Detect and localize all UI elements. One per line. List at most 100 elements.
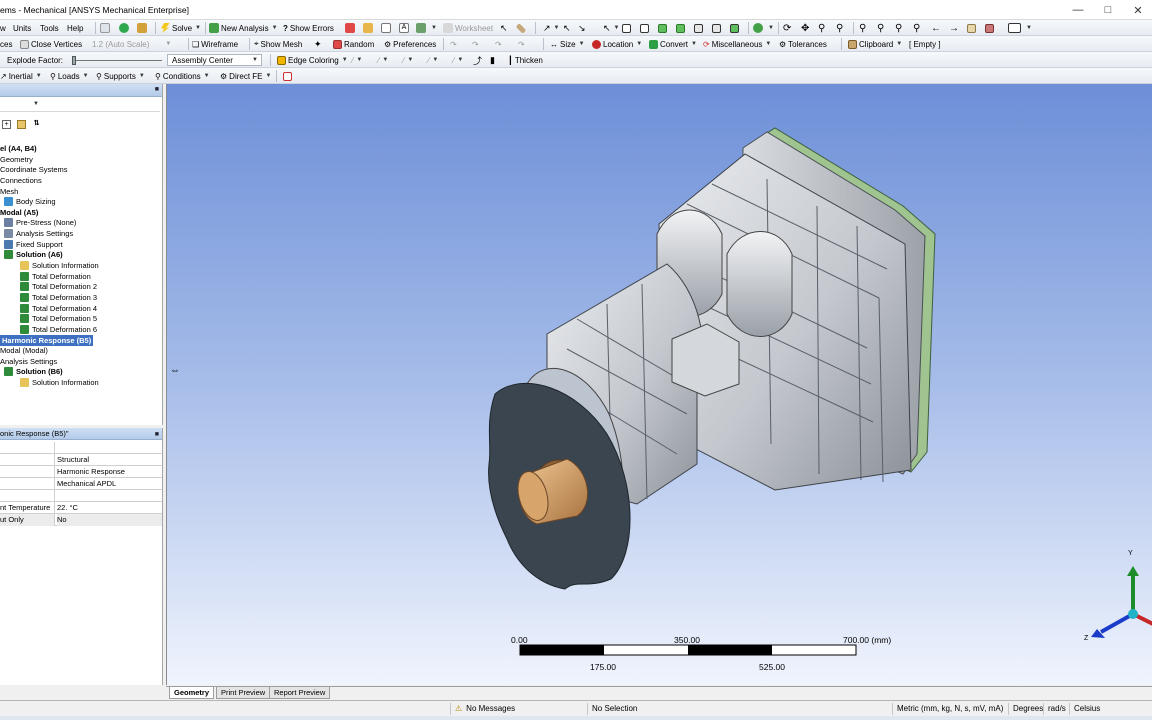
solve-button[interactable]: Solve ▼ (160, 20, 201, 36)
wireframe-button[interactable]: ❑ Wireframe (192, 36, 238, 52)
maximize-icon[interactable]: □ (1094, 0, 1122, 20)
edge-style-icon[interactable]: ⁄ ▼ (378, 52, 388, 68)
size-button[interactable]: ↔ Size ▼ (550, 36, 585, 52)
details-value[interactable] (57, 442, 162, 454)
magnifier-icon[interactable]: ⚲ (913, 20, 920, 36)
tree-item[interactable]: Solution Information (20, 377, 99, 388)
select-element-icon[interactable] (712, 20, 723, 36)
slider-thumb-icon[interactable] (72, 55, 76, 65)
select-edge-icon[interactable] (640, 20, 651, 36)
select-mesh-icon[interactable] (730, 20, 741, 36)
status-messages[interactable]: ⚠ No Messages (450, 703, 586, 715)
tree-item[interactable]: Solution Information (20, 260, 99, 271)
assembly-center-select[interactable]: Assembly Center ▼ (167, 52, 262, 68)
folder-icon[interactable] (17, 119, 26, 129)
pin-icon[interactable]: ⤴ (473, 52, 482, 68)
measure-icon[interactable] (515, 20, 528, 36)
direct-fe-button[interactable]: ⚙ Direct FE ▼ (220, 68, 271, 84)
zoom-box-icon[interactable]: ⚲ (836, 20, 843, 36)
toolbar-icon[interactable] (345, 20, 357, 36)
edge-coloring-button[interactable]: Edge Coloring ▼ (277, 52, 348, 68)
edge-style-icon[interactable]: ⁄ ▼ (403, 52, 413, 68)
explode-slider[interactable] (72, 52, 162, 68)
status-units[interactable]: Metric (mm, kg, N, s, mV, mA) (892, 703, 1008, 715)
tree-item[interactable]: Solution (A6) (4, 249, 63, 260)
zoom-fit-icon[interactable]: ⚲ (859, 20, 866, 36)
status-celsius[interactable]: Celsius (1069, 703, 1149, 715)
menu-view[interactable]: w (0, 20, 6, 36)
viewport-layout-icon[interactable]: ▼ (1008, 20, 1032, 36)
select-icon[interactable]: ↘ (578, 20, 586, 36)
toolbar-icon[interactable] (137, 20, 149, 36)
select-node-icon[interactable] (694, 20, 705, 36)
select-icon[interactable]: ↗ ▼ (543, 20, 560, 36)
gearbox-housing[interactable] (488, 127, 936, 590)
graphics-viewport[interactable]: 0.00 350.00 700.00 (mm) 175.00 525.00 Y … (166, 84, 1152, 685)
status-degrees[interactable]: Degrees (1008, 703, 1046, 715)
supports-button[interactable]: ⚲ Supports ▼ (96, 68, 145, 84)
tree-item[interactable]: Modal (Modal) (0, 345, 48, 356)
miscellaneous-button[interactable]: ⟳ Miscellaneous ▼ (703, 36, 771, 52)
menu-tools[interactable]: Tools (40, 20, 59, 36)
edge-style-icon[interactable]: ⁄ ▼ (428, 52, 438, 68)
show-mesh-button[interactable]: ⌖ Show Mesh (254, 36, 302, 52)
annotation-icon[interactable]: ↷ (472, 36, 479, 52)
zoom-out-icon[interactable]: ⚲ (895, 20, 902, 36)
select-body-icon[interactable] (676, 20, 687, 36)
minimize-icon[interactable]: — (1064, 0, 1092, 20)
thicken-button[interactable]: ┃ Thicken (508, 52, 543, 68)
tree-item[interactable]: Total Deformation 2 (20, 281, 97, 292)
previous-view-icon[interactable]: ← (931, 20, 941, 36)
model-scene[interactable] (167, 84, 1152, 685)
fit-icon[interactable] (985, 20, 996, 36)
annotation-icon[interactable]: ↷ (518, 36, 525, 52)
menu-units[interactable]: Units (13, 20, 31, 36)
details-value[interactable]: 22. °C (57, 502, 162, 514)
thicken-icon[interactable]: ▮ (490, 52, 495, 68)
commands-icon[interactable] (283, 68, 294, 84)
select-vertex-icon[interactable] (622, 20, 633, 36)
tree-item[interactable]: Solution (B6) (4, 366, 63, 377)
sort-icon[interactable]: ⇅ (32, 120, 41, 129)
menu-help[interactable]: Help (67, 20, 83, 36)
tree-item[interactable]: Coordinate Systems (0, 164, 68, 175)
clipboard-button[interactable]: Clipboard ▼ (848, 36, 902, 52)
tab-geometry[interactable]: Geometry (169, 687, 215, 699)
zoom-icon[interactable]: ⚲ (818, 20, 825, 36)
check-icon[interactable] (119, 20, 131, 36)
details-value[interactable]: No (57, 514, 162, 526)
select-mode-icon[interactable]: ↖ ▼ (603, 20, 620, 36)
show-errors-button[interactable]: ? Show Errors (283, 20, 334, 36)
next-view-icon[interactable]: → (949, 20, 959, 36)
location-button[interactable]: Location ▼ (592, 36, 642, 52)
inertial-button[interactable]: ↗ Inertial ▼ (0, 68, 42, 84)
details-value[interactable]: Harmonic Response (57, 466, 162, 478)
tree-item[interactable]: Pre-Stress (None) (4, 217, 76, 228)
image-icon[interactable]: ▼ (416, 20, 437, 36)
iso-view-icon[interactable] (967, 20, 978, 36)
auto-scale-select[interactable]: 1.2 (Auto Scale) ▼ (92, 36, 171, 52)
explode-icon[interactable]: ✦ (314, 36, 322, 52)
toolbar-icon[interactable] (363, 20, 375, 36)
details-value[interactable]: Mechanical APDL (57, 478, 162, 490)
text-annotation-icon[interactable]: A (399, 20, 411, 36)
convert-button[interactable]: Convert ▼ (649, 36, 697, 52)
details-row[interactable] (0, 490, 162, 502)
outline-filter[interactable]: ▼ (0, 99, 160, 112)
tolerances-button[interactable]: ⚙ Tolerances (779, 36, 827, 52)
select-face-icon[interactable] (658, 20, 669, 36)
close-vertices-button[interactable]: Close Vertices (20, 36, 82, 52)
close-icon[interactable]: ✕ (1124, 0, 1152, 20)
conditions-button[interactable]: ⚲ Conditions ▼ (155, 68, 210, 84)
worksheet-button[interactable]: Worksheet (443, 20, 493, 36)
details-row[interactable]: Structural (0, 454, 162, 466)
details-row[interactable]: ut Only No (0, 514, 162, 526)
cursor-icon[interactable]: ↖ (500, 20, 508, 36)
details-row[interactable]: Harmonic Response (0, 466, 162, 478)
coordinate-triad[interactable] (1091, 566, 1152, 638)
annotation-icon[interactable]: ↷ (495, 36, 502, 52)
pin-icon[interactable]: ■ (155, 86, 159, 93)
details-row[interactable]: nt Temperature 22. °C (0, 502, 162, 514)
chevron-down-icon[interactable]: ▼ (33, 101, 39, 107)
toolbar-icon[interactable] (381, 20, 393, 36)
